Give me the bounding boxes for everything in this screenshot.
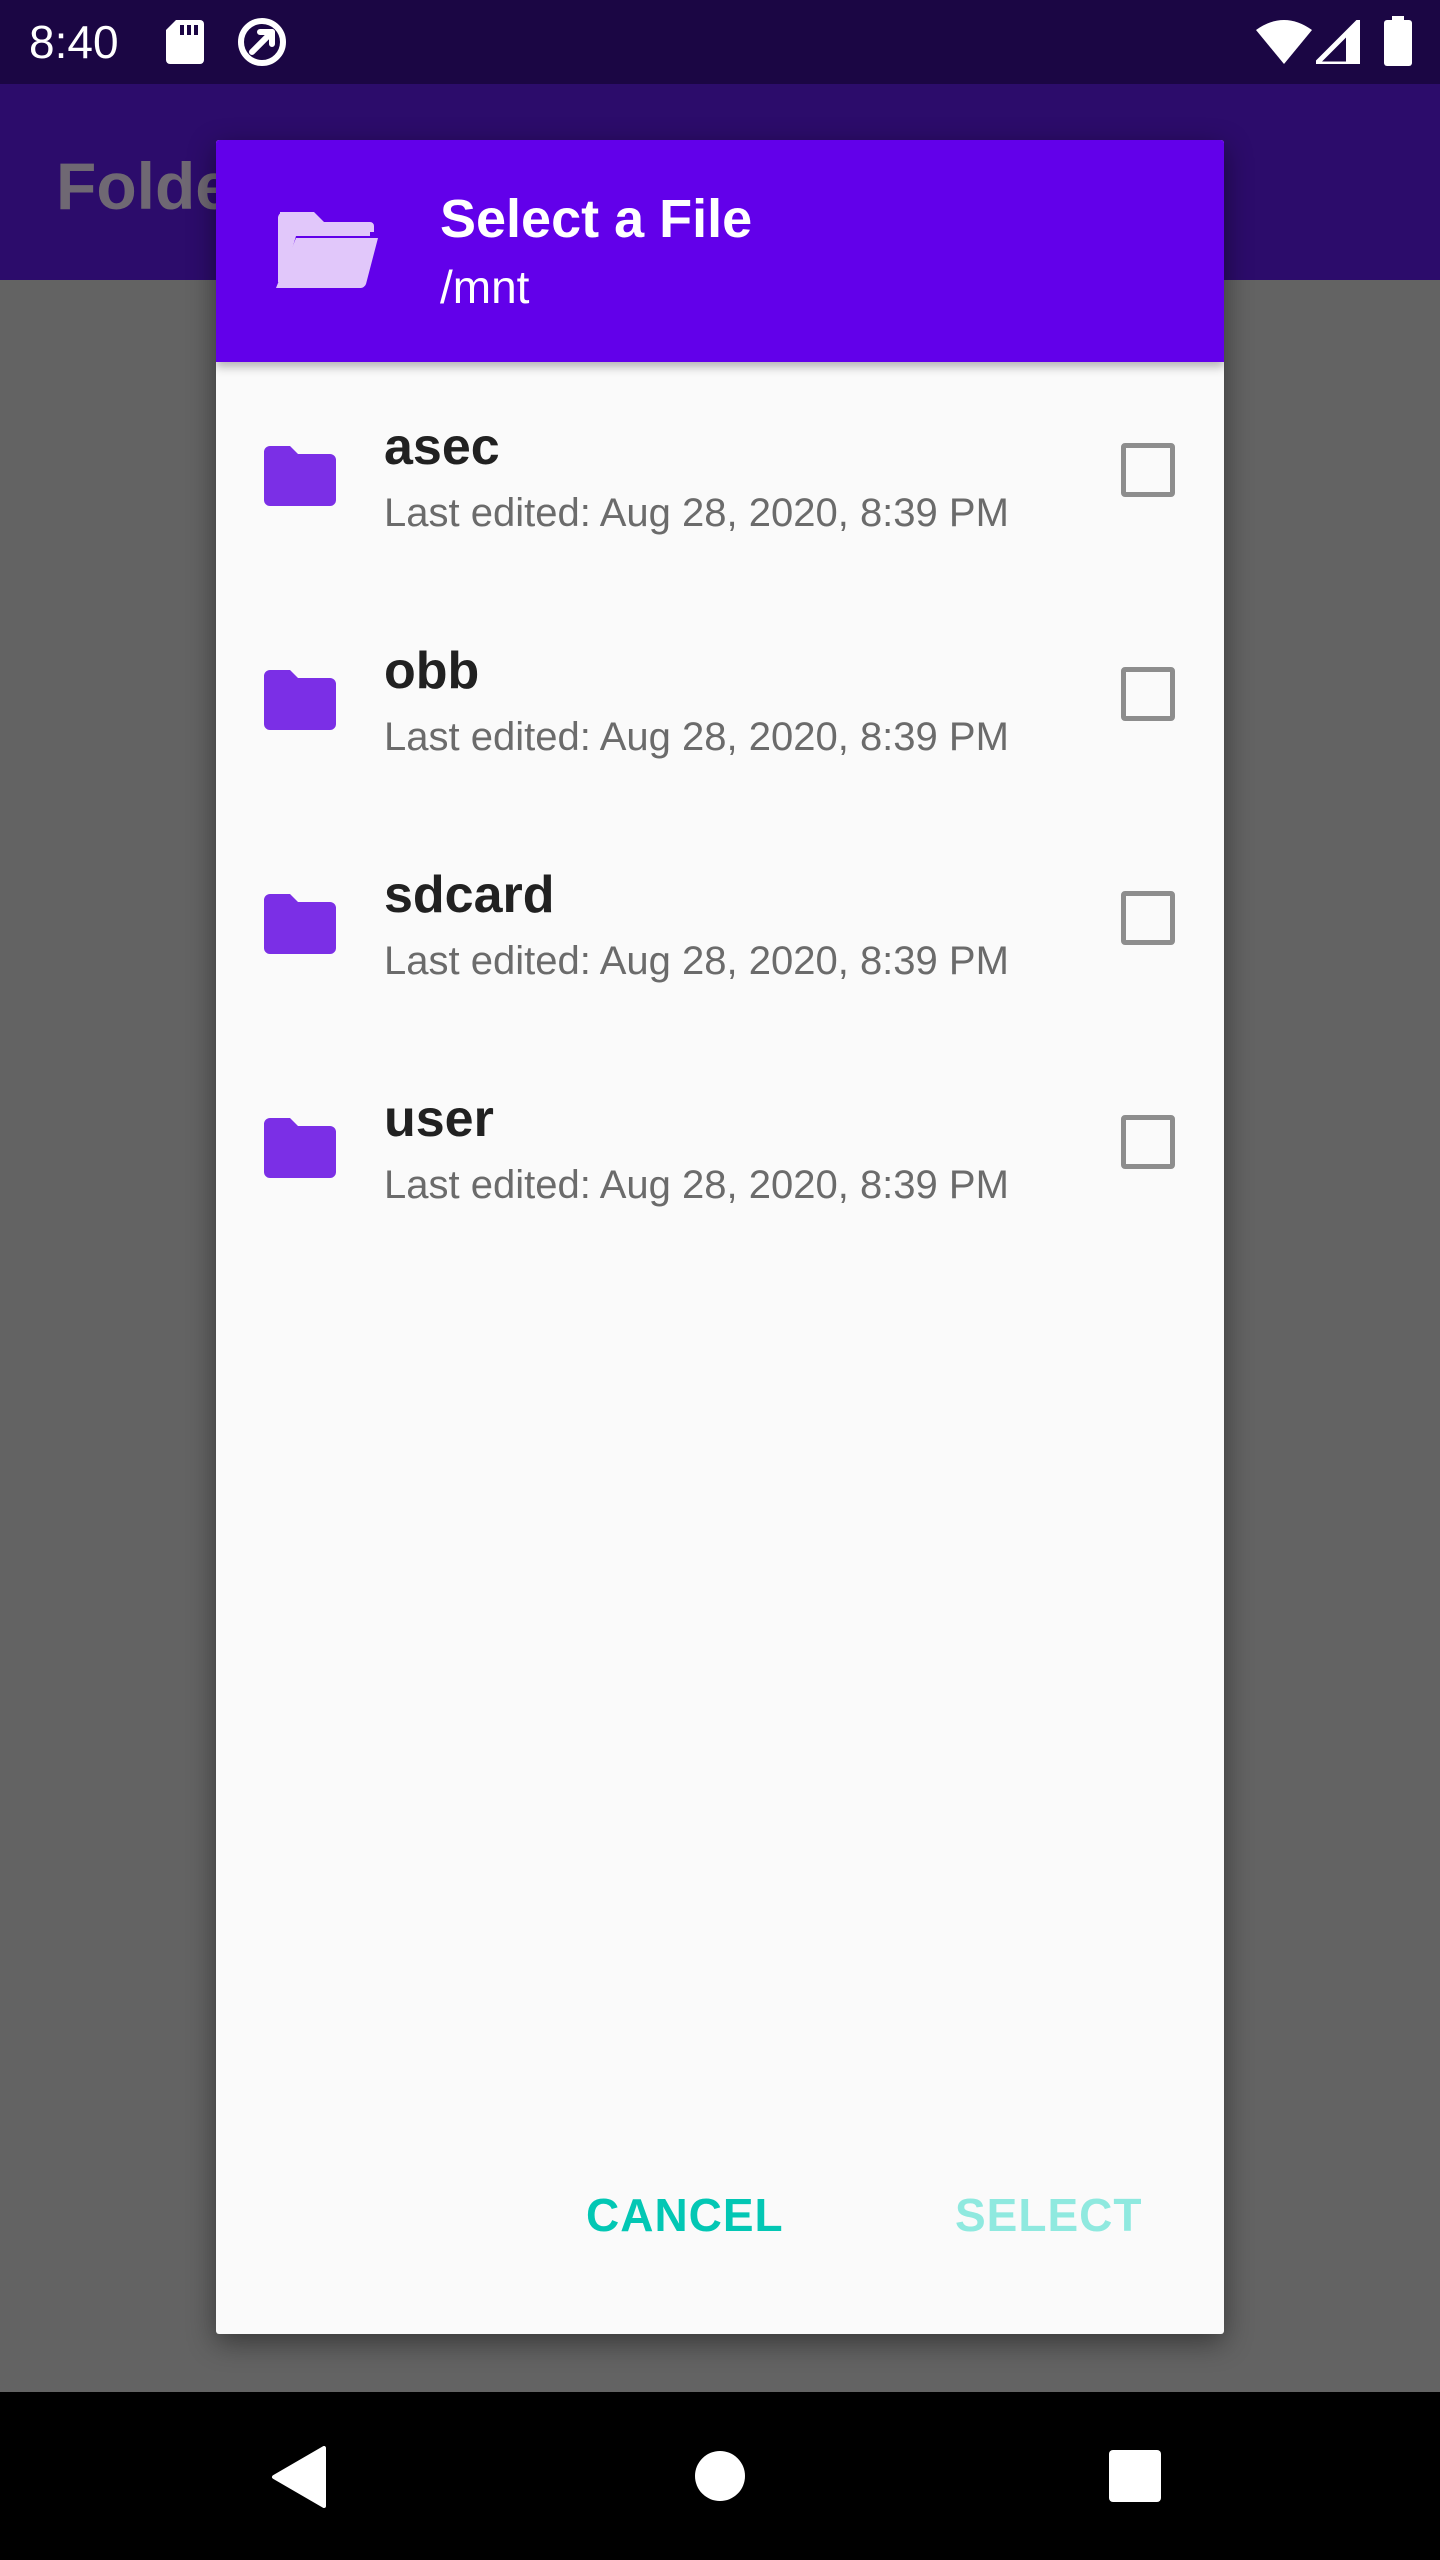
back-icon[interactable] <box>270 2446 326 2508</box>
file-last-edited: Last edited: Aug 28, 2020, 8:39 PM <box>384 939 1009 983</box>
item-checkbox[interactable] <box>1121 891 1175 945</box>
recents-icon[interactable] <box>1109 2450 1161 2502</box>
list-item[interactable]: asec Last edited: Aug 28, 2020, 8:39 PM <box>216 362 1224 586</box>
status-time: 8:40 <box>29 16 119 68</box>
item-checkbox[interactable] <box>1121 1115 1175 1169</box>
file-last-edited: Last edited: Aug 28, 2020, 8:39 PM <box>384 715 1009 759</box>
wifi-icon <box>1256 20 1312 64</box>
screen: 8:40 Folde Select a File /mnt asec Last … <box>0 0 1440 2560</box>
dialog-header: Select a File /mnt <box>216 140 1224 362</box>
file-name: sdcard <box>384 866 555 924</box>
folder-open-icon <box>276 212 378 288</box>
folder-icon <box>264 1118 336 1178</box>
folder-icon <box>264 446 336 506</box>
item-checkbox[interactable] <box>1121 443 1175 497</box>
dialog-title: Select a File <box>440 189 753 249</box>
battery-icon <box>1384 16 1412 66</box>
file-last-edited: Last edited: Aug 28, 2020, 8:39 PM <box>384 1163 1009 1207</box>
file-picker-dialog: Select a File /mnt asec Last edited: Aug… <box>216 140 1224 2334</box>
cancel-button[interactable]: CANCEL <box>586 2180 784 2250</box>
folder-icon <box>264 894 336 954</box>
item-checkbox[interactable] <box>1121 667 1175 721</box>
file-name: obb <box>384 642 480 700</box>
home-icon[interactable] <box>694 2450 746 2502</box>
dialog-actions: CANCEL SELECT <box>216 2180 1224 2300</box>
file-name: user <box>384 1090 494 1148</box>
navigation-bar <box>0 2392 1440 2560</box>
list-item[interactable]: obb Last edited: Aug 28, 2020, 8:39 PM <box>216 586 1224 810</box>
file-last-edited: Last edited: Aug 28, 2020, 8:39 PM <box>384 491 1009 535</box>
data-saver-icon <box>238 18 286 66</box>
file-name: asec <box>384 418 500 476</box>
folder-icon <box>264 670 336 730</box>
sd-card-icon <box>166 20 204 64</box>
list-item[interactable]: user Last edited: Aug 28, 2020, 8:39 PM <box>216 1034 1224 1258</box>
cell-signal-icon <box>1316 20 1360 64</box>
list-item[interactable]: sdcard Last edited: Aug 28, 2020, 8:39 P… <box>216 810 1224 1034</box>
select-button[interactable]: SELECT <box>955 2180 1142 2250</box>
dialog-path: /mnt <box>440 261 530 313</box>
status-bar: 8:40 <box>0 0 1440 84</box>
app-title: Folde <box>56 149 232 223</box>
